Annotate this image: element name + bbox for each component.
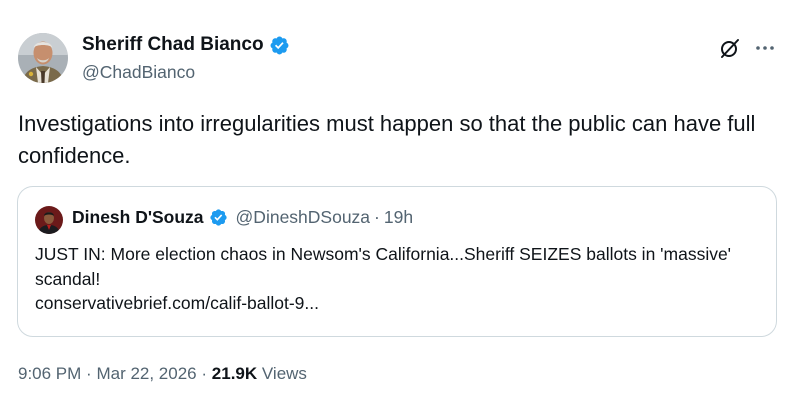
author-avatar[interactable] [18, 33, 68, 83]
quoted-author-name[interactable]: Dinesh D'Souza [72, 207, 204, 228]
quoted-verified-badge-icon [209, 209, 227, 226]
tweet-meta: 9:06 PM · Mar 22, 2026 · 21.9K Views [18, 364, 307, 384]
tweet-text: Investigations into irregularities must … [18, 111, 756, 168]
quoted-time[interactable]: 19h [384, 207, 413, 228]
quoted-author-avatar-image [35, 206, 63, 234]
tweet-time[interactable]: 9:06 PM [18, 364, 81, 383]
views-label: Views [261, 364, 307, 383]
verified-badge-icon [270, 36, 289, 54]
quoted-tweet-card[interactable]: Dinesh D'Souza @DineshDSouza · 19h JUST … [17, 186, 777, 337]
quoted-separator: · [374, 207, 380, 227]
quoted-author-handle[interactable]: @DineshDSouza [236, 207, 371, 228]
views-count: 21.9K [211, 364, 258, 383]
quoted-author-avatar[interactable] [35, 206, 63, 234]
author-avatar-image [18, 33, 68, 83]
grok-icon[interactable] [718, 36, 742, 60]
quoted-link: conservativebrief.com/calif-ballot-9... [35, 293, 319, 313]
more-icon[interactable] [753, 36, 777, 60]
author-handle[interactable]: @ChadBianco [82, 62, 195, 83]
quoted-text: JUST IN: More election chaos in Newsom's… [35, 244, 732, 289]
meta-separator: · [201, 364, 208, 383]
quoted-text-block: JUST IN: More election chaos in Newsom's… [35, 242, 765, 316]
author-name[interactable]: Sheriff Chad Bianco [82, 34, 264, 56]
quoted-header: Dinesh D'Souza @DineshDSouza · 19h [72, 207, 413, 228]
author-name-row[interactable]: Sheriff Chad Bianco [82, 34, 290, 56]
tweet-date[interactable]: Mar 22, 2026 [96, 364, 196, 383]
meta-separator: · [86, 364, 92, 383]
